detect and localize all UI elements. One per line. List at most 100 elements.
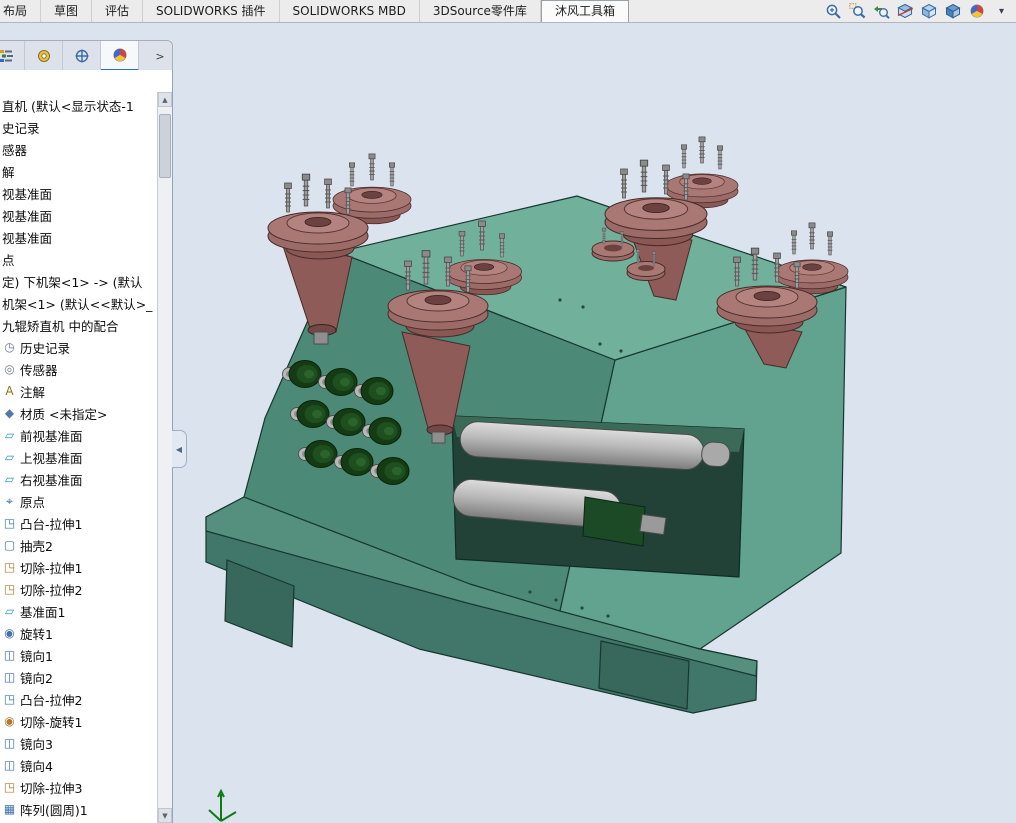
mirror-icon: ◫ [2,758,17,772]
feature-tree-item[interactable]: ▤机架<1> (默认<<默认>_ [0,292,158,314]
view-toolbar: ▾ [825,0,1010,22]
feature-tree-item[interactable]: ∞九辊矫直机 中的配合 [0,314,158,336]
feature-tree-item-label: 镜向4 [20,756,53,775]
panel-expand-arrow[interactable]: > [148,41,172,71]
feature-tree-item-label: 前视基准面 [20,426,83,445]
feature-tree-item[interactable]: ▱上视基准面 [0,446,158,468]
feature-tree-item-label: 视基准面 [2,228,52,247]
plane-icon: ▱ [2,428,17,442]
feature-tree-item-label: 旋转1 [20,624,53,643]
feature-tree-item[interactable]: ▱基准面1 [0,600,158,622]
feature-tree-item[interactable]: ⌖点 [0,248,158,270]
feature-tree-item-label: 点 [2,250,15,269]
feature-tree-item[interactable]: ▱前视基准面 [0,424,158,446]
feature-tree-item-label: 解 [2,162,15,181]
feature-tree-item[interactable]: ◫镜向3 [0,732,158,754]
ribbon-tab[interactable]: 沐风工具箱 [541,0,629,22]
section-view-icon[interactable] [897,3,914,20]
feature-tree-item-label: 传感器 [20,360,58,379]
feature-tree-item[interactable]: ▱视基准面 [0,182,158,204]
feature-manager-panel: ▣直机 (默认<显示状态-1◷史记录◎感器A解▱视基准面▱视基准面▱视基准面⌖点… [0,70,173,823]
display-style-icon[interactable] [945,3,962,20]
annotations-icon: A [2,384,17,398]
roller-opening[interactable] [452,416,744,577]
ribbon-tab[interactable]: 草图 [41,0,92,22]
ribbon-tab[interactable]: SOLIDWORKS 插件 [143,0,279,22]
ribbon-tab[interactable]: 3DSource零件库 [420,0,541,22]
panel-tab-displaymanager[interactable] [101,41,139,71]
feature-tree-item[interactable]: ◉切除-旋转1 [0,710,158,732]
scroll-down-button[interactable]: ▼ [158,808,172,823]
boss-extrude-icon: ◳ [2,516,17,530]
feature-tree-item[interactable]: ◳切除-拉伸2 [0,578,158,600]
panel-tab-strip: > [0,40,173,72]
feature-tree-item[interactable]: ◷历史记录 [0,336,158,358]
material-icon: ◆ [2,406,17,420]
feature-tree-item-label: 原点 [20,492,45,511]
feature-tree-item[interactable]: ◎传感器 [0,358,158,380]
origin-icon: ⌖ [2,494,17,509]
panel-tab-dimxpert[interactable] [63,41,101,71]
feature-tree-item[interactable]: ◎感器 [0,138,158,160]
panel-tab-featuremanager[interactable] [0,41,25,71]
feature-tree-item-label: 定) 下机架<1> -> (默认 [2,272,143,291]
cut-extrude-icon: ◳ [2,560,17,574]
feature-tree-item[interactable]: ▱右视基准面 [0,468,158,490]
feature-tree-item[interactable]: A注解 [0,380,158,402]
feature-tree-item-label: 九辊矫直机 中的配合 [2,316,118,335]
feature-tree-item-label: 注解 [20,382,45,401]
feature-tree-item-label: 凸台-拉伸2 [20,690,82,709]
feature-tree-item-label: 右视基准面 [20,470,83,489]
cut-extrude-icon: ◳ [2,780,17,794]
feature-tree-item[interactable]: ▢抽壳2 [0,534,158,556]
ribbon-tab[interactable]: 布局 [0,0,41,22]
feature-tree-item-label: 镜向3 [20,734,53,753]
scroll-up-button[interactable]: ▲ [158,92,172,107]
feature-tree-item-label: 基准面1 [20,602,65,621]
edit-appearance-icon[interactable] [969,3,986,20]
feature-tree-item-label: 阵列(圆周)1 [20,800,88,819]
feature-tree-item[interactable]: ▦阵列(圆周)1 [0,798,158,820]
plane-icon: ▱ [2,604,17,618]
feature-tree-item[interactable]: ◉旋转1 [0,622,158,644]
feature-tree-item[interactable]: ▤定) 下机架<1> -> (默认 [0,270,158,292]
feature-tree-item[interactable]: ▱视基准面 [0,226,158,248]
panel-tab-propertymanager[interactable] [25,41,63,71]
mirror-icon: ◫ [2,648,17,662]
feature-tree-item[interactable]: ◫镜向1 [0,644,158,666]
feature-tree-item[interactable]: ◫镜向4 [0,754,158,776]
feature-tree-item-label: 视基准面 [2,206,52,225]
feature-tree-item[interactable]: A解 [0,160,158,182]
feature-tree-item[interactable]: ⌖原点 [0,490,158,512]
ribbon-tab[interactable]: SOLIDWORKS MBD [280,0,420,22]
view-orientation-icon[interactable] [921,3,938,20]
feature-tree-item-label: 史记录 [2,118,40,137]
scroll-thumb[interactable] [159,114,171,178]
zoom-to-area-icon[interactable] [849,3,866,20]
feature-tree-item-label: 抽壳2 [20,536,53,555]
zoom-to-fit-icon[interactable] [825,3,842,20]
feature-tree-item[interactable]: ◆材质 <未指定> [0,402,158,424]
feature-tree-item[interactable]: ◳凸台-拉伸2 [0,688,158,710]
sensor-icon: ◎ [2,362,17,376]
feature-tree-item[interactable]: ◳切除-拉伸1 [0,556,158,578]
previous-view-icon[interactable] [873,3,890,20]
feature-tree-item-label: 上视基准面 [20,448,83,467]
feature-tree-item-label: 镜向1 [20,646,53,665]
panel-collapse-handle[interactable]: ◀ [172,430,187,468]
feature-tree-item[interactable]: ◫镜向2 [0,666,158,688]
pattern-icon: ▦ [2,802,17,816]
feature-tree-item-label: 视基准面 [2,184,52,203]
feature-tree: ▣直机 (默认<显示状态-1◷史记录◎感器A解▱视基准面▱视基准面▱视基准面⌖点… [0,94,158,820]
panel-scrollbar[interactable]: ▲ ▼ [157,92,172,823]
plane-icon: ▱ [2,450,17,464]
feature-tree-item[interactable]: ▣直机 (默认<显示状态-1 [0,94,158,116]
feature-tree-item[interactable]: ◳凸台-拉伸1 [0,512,158,534]
feature-tree-item[interactable]: ◳切除-拉伸3 [0,776,158,798]
dropdown-caret[interactable]: ▾ [993,3,1010,20]
feature-tree-item[interactable]: ▱视基准面 [0,204,158,226]
feature-tree-item-label: 材质 <未指定> [20,404,107,423]
ribbon-tab[interactable]: 评估 [92,0,143,22]
feature-tree-item-label: 历史记录 [20,338,70,357]
feature-tree-item[interactable]: ◷史记录 [0,116,158,138]
